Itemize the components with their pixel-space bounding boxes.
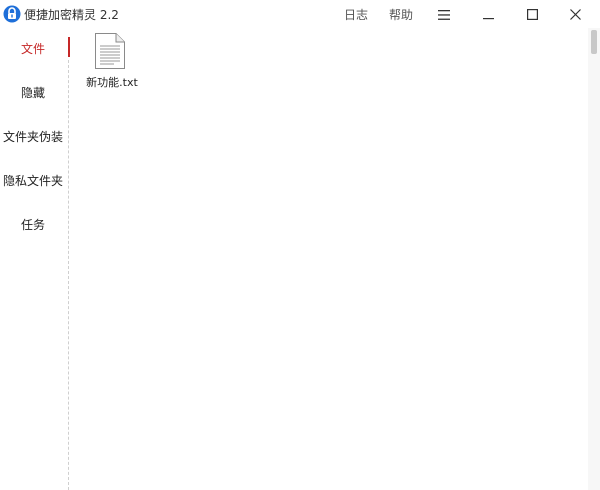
text-file-icon	[94, 32, 126, 70]
sidebar-item-folder-disguise[interactable]: 文件夹伪装	[0, 128, 66, 145]
menu-button[interactable]	[424, 0, 464, 28]
hamburger-menu-icon	[438, 5, 450, 24]
scrollbar-thumb[interactable]	[591, 30, 597, 54]
maximize-icon	[526, 5, 538, 24]
maximize-button[interactable]	[512, 0, 552, 28]
sidebar-item-files[interactable]: 文件	[0, 40, 66, 57]
app-title: 便捷加密精灵 2.2	[24, 8, 119, 22]
sidebar-item-hide[interactable]: 隐藏	[0, 84, 66, 101]
active-tab-indicator	[68, 37, 70, 57]
sidebar-divider	[68, 60, 69, 490]
close-icon	[569, 5, 581, 24]
minimize-button[interactable]	[468, 0, 508, 28]
vertical-scrollbar[interactable]	[588, 28, 600, 490]
close-button[interactable]	[555, 0, 595, 28]
title-bar: 便捷加密精灵 2.2 日志 帮助	[0, 0, 600, 28]
lock-logo-icon	[3, 4, 21, 24]
sidebar-item-tasks[interactable]: 任务	[0, 216, 66, 233]
file-name: 新功能.txt	[86, 76, 138, 89]
help-link[interactable]: 帮助	[389, 6, 413, 23]
log-link[interactable]: 日志	[344, 6, 368, 23]
sidebar-item-private-folder[interactable]: 隐私文件夹	[0, 172, 66, 189]
file-item[interactable]: 新功能.txt	[82, 32, 142, 92]
minimize-icon	[482, 5, 494, 24]
sidebar: 文件 隐藏 文件夹伪装 隐私文件夹 任务	[0, 28, 68, 490]
